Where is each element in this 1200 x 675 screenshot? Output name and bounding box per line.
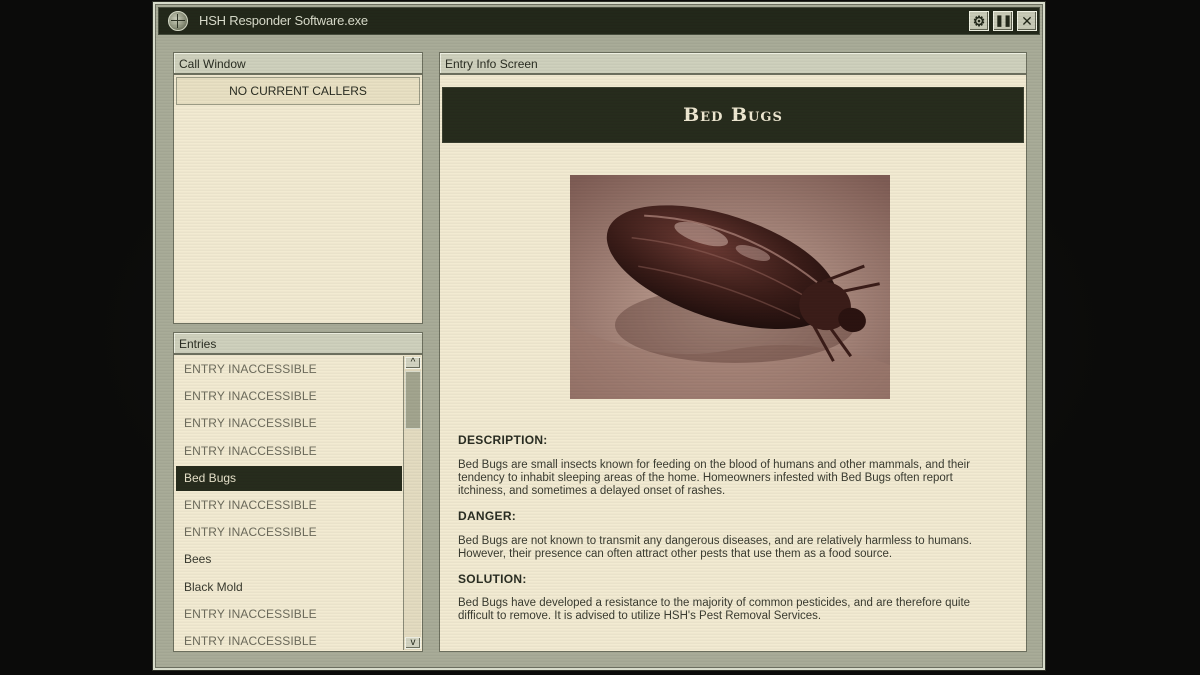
call-window-panel: NO CURRENT CALLERS <box>173 74 423 324</box>
window-title: HSH Responder Software.exe <box>199 13 368 28</box>
call-window-header-label: Call Window <box>179 57 246 71</box>
pause-button[interactable]: ❚❚ <box>993 11 1013 31</box>
title-bar[interactable]: HSH Responder Software.exe ⚙ ❚❚ ✕ <box>158 7 1040 35</box>
entry-item[interactable]: ENTRY INACCESSIBLE <box>176 439 402 464</box>
settings-button[interactable]: ⚙ <box>969 11 989 31</box>
close-button[interactable]: ✕ <box>1017 11 1037 31</box>
danger-heading: DANGER: <box>458 509 517 523</box>
scroll-thumb[interactable] <box>405 371 421 429</box>
entry-item[interactable]: ENTRY INACCESSIBLE <box>176 493 402 518</box>
entry-item[interactable]: Bees <box>176 547 402 572</box>
caller-status: NO CURRENT CALLERS <box>176 77 420 105</box>
entry-info-panel: Bed Bugs DESCRIPTION: Bed Bugs are small… <box>439 74 1027 652</box>
entry-info-header-label: Entry Info Screen <box>445 57 538 71</box>
entries-header-label: Entries <box>179 337 217 351</box>
entry-item[interactable]: ENTRY INACCESSIBLE <box>176 357 402 382</box>
bed-bug-illustration <box>570 175 890 399</box>
entry-title: Bed Bugs <box>442 87 1024 143</box>
scroll-down-button[interactable]: v <box>405 637 421 649</box>
bed-bug-photo <box>570 175 890 399</box>
pause-icon: ❚❚ <box>994 14 1012 27</box>
entry-item[interactable]: ENTRY INACCESSIBLE <box>176 411 402 436</box>
description-text: Bed Bugs are small insects known for fee… <box>458 459 971 497</box>
gear-icon: ⚙ <box>972 13 986 29</box>
description-heading: DESCRIPTION: <box>458 433 548 447</box>
app-window: HSH Responder Software.exe ⚙ ❚❚ ✕ Call W… <box>153 2 1045 670</box>
entry-item[interactable]: ENTRY INACCESSIBLE <box>176 520 402 545</box>
entry-info-header: Entry Info Screen <box>439 52 1027 74</box>
entry-item[interactable]: ENTRY INACCESSIBLE <box>176 384 402 409</box>
danger-text: Bed Bugs are not known to transmit any d… <box>458 535 972 560</box>
solution-heading: SOLUTION: <box>458 572 527 586</box>
entry-item[interactable]: ENTRY INACCESSIBLE <box>176 629 402 651</box>
call-window-header: Call Window <box>173 52 423 74</box>
entries-header: Entries <box>173 332 423 354</box>
entry-item[interactable]: Black Mold <box>176 575 402 600</box>
close-icon: ✕ <box>1021 13 1033 29</box>
scroll-up-button[interactable]: ^ <box>405 357 421 369</box>
scroll-up-icon: ^ <box>410 357 416 368</box>
entries-scrollbar[interactable]: ^ v <box>403 356 421 650</box>
globe-icon <box>168 11 188 31</box>
entry-item[interactable]: Bed Bugs <box>176 465 402 491</box>
entries-list: ENTRY INACCESSIBLE ENTRY INACCESSIBLE ENTR… <box>173 354 423 652</box>
scroll-down-icon: v <box>410 637 416 648</box>
solution-text: Bed Bugs have developed a resistance to … <box>458 597 971 622</box>
entry-item[interactable]: ENTRY INACCESSIBLE <box>176 602 402 627</box>
